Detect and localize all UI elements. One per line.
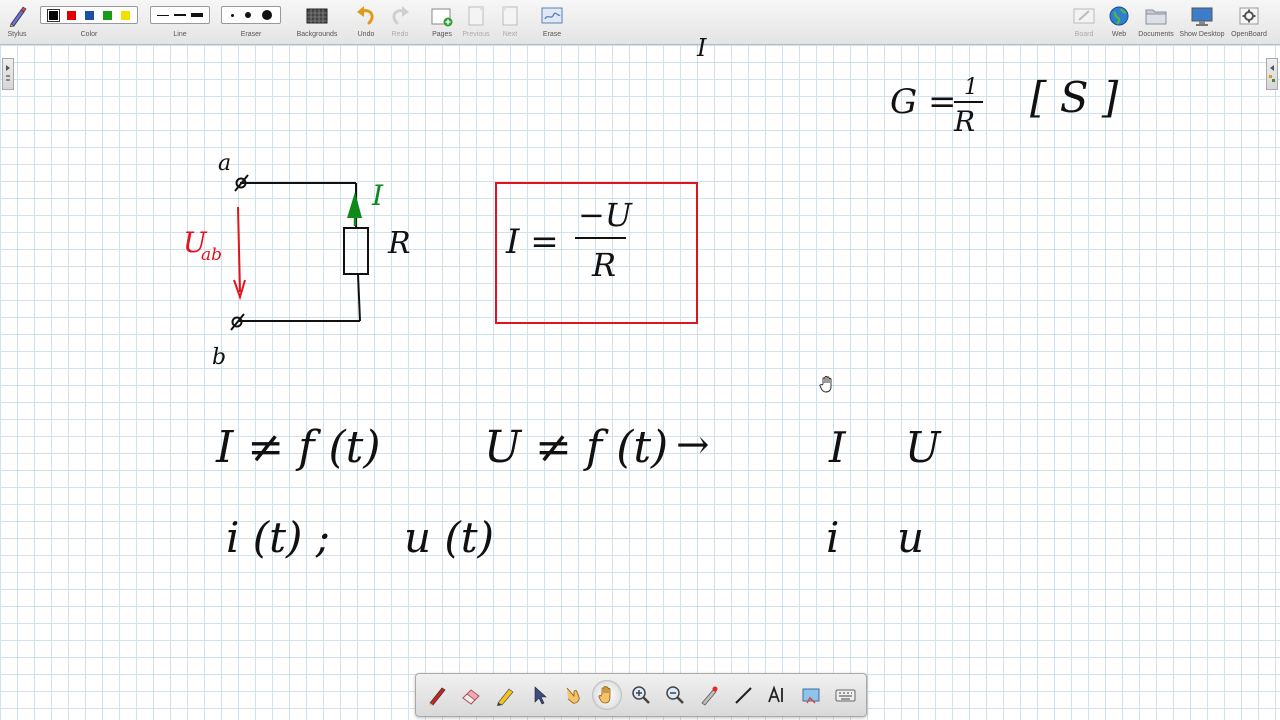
eraser-label: Eraser xyxy=(240,31,262,38)
pointing-hand-icon xyxy=(566,687,580,704)
color-swatches xyxy=(40,6,138,24)
grid-background-icon xyxy=(306,8,328,24)
pages-label: Pages xyxy=(432,31,452,38)
virtual-keyboard-button[interactable] xyxy=(830,680,860,710)
redo-button[interactable]: Redo xyxy=(386,0,414,44)
stylus-label: Stylus xyxy=(7,31,27,38)
documents-button[interactable]: Documents xyxy=(1136,0,1176,44)
previous-page-button[interactable]: Previous xyxy=(461,0,491,44)
hand-tool-button[interactable] xyxy=(592,680,622,710)
eraser-large[interactable] xyxy=(261,10,272,20)
pen-icon xyxy=(429,687,446,706)
zoom-in-icon xyxy=(632,686,650,704)
undo-label: Undo xyxy=(357,31,375,38)
web-label: Web xyxy=(1111,31,1127,38)
line-icon xyxy=(735,687,752,704)
pen-tool-button[interactable] xyxy=(422,680,452,710)
backgrounds-button[interactable]: Backgrounds xyxy=(294,0,340,44)
folder-icon xyxy=(1145,9,1167,25)
highlighter-tool-button[interactable] xyxy=(490,680,520,710)
color-swatch-green[interactable] xyxy=(102,10,112,20)
stylus-button[interactable]: Stylus xyxy=(2,0,32,44)
keyboard-icon xyxy=(835,689,856,702)
erase-button[interactable]: Erase xyxy=(537,0,567,44)
color-label: Color xyxy=(80,31,98,38)
arrow-pointer-icon xyxy=(534,686,547,705)
eraser-tool-button[interactable] xyxy=(456,680,486,710)
eraser-size-picker[interactable]: Eraser xyxy=(221,0,281,44)
previous-page-icon xyxy=(468,6,484,26)
eraser-size-options xyxy=(221,6,281,24)
laser-pointer-button[interactable] xyxy=(694,680,724,710)
openboard-label: OpenBoard xyxy=(1231,31,1267,38)
pages-button[interactable]: Pages xyxy=(428,0,456,44)
whiteboard-canvas[interactable] xyxy=(0,45,1280,720)
show-desktop-label: Show Desktop xyxy=(1179,31,1225,38)
zoom-out-icon xyxy=(666,686,684,704)
erase-page-icon xyxy=(541,7,563,24)
right-sidebar-toggle[interactable] xyxy=(1266,58,1278,90)
line-width-options xyxy=(150,6,210,24)
board-label: Board xyxy=(1074,31,1094,38)
backgrounds-label: Backgrounds xyxy=(296,31,338,38)
undo-icon xyxy=(357,6,374,25)
left-sidebar-toggle[interactable] xyxy=(2,58,14,90)
color-swatch-yellow[interactable] xyxy=(120,10,130,20)
highlighter-icon xyxy=(497,688,514,706)
expand-left-icon xyxy=(1269,65,1275,82)
desktop-icon xyxy=(1191,7,1213,26)
redo-icon xyxy=(392,6,409,25)
next-label: Next xyxy=(502,31,518,38)
eraser-icon xyxy=(462,689,480,705)
next-page-button[interactable]: Next xyxy=(496,0,524,44)
stylus-icon xyxy=(9,6,27,27)
text-tool-button[interactable] xyxy=(762,680,792,710)
expand-right-icon xyxy=(6,65,10,81)
color-swatch-black[interactable] xyxy=(46,8,60,22)
text-icon xyxy=(768,685,783,703)
openboard-menu-button[interactable]: OpenBoard xyxy=(1228,0,1270,44)
eraser-small[interactable] xyxy=(230,13,234,17)
redo-label: Redo xyxy=(391,31,409,38)
zoom-out-button[interactable] xyxy=(660,680,690,710)
capture-icon xyxy=(802,688,820,704)
eraser-medium[interactable] xyxy=(244,12,251,18)
selector-tool-button[interactable] xyxy=(524,680,554,710)
color-swatch-blue[interactable] xyxy=(84,10,94,20)
erase-label: Erase xyxy=(542,31,562,38)
board-button[interactable]: Board xyxy=(1069,0,1099,44)
board-icon xyxy=(1073,8,1095,24)
web-button[interactable]: Web xyxy=(1104,0,1134,44)
line-medium[interactable] xyxy=(173,14,186,16)
line-tool-button[interactable] xyxy=(728,680,758,710)
undo-button[interactable]: Undo xyxy=(352,0,380,44)
color-picker[interactable]: Color xyxy=(40,0,138,44)
laser-pointer-icon xyxy=(701,686,718,706)
previous-label: Previous xyxy=(462,31,490,38)
add-page-icon xyxy=(431,8,453,27)
line-thin[interactable] xyxy=(156,14,169,16)
show-desktop-button[interactable]: Show Desktop xyxy=(1178,0,1226,44)
documents-label: Documents xyxy=(1138,31,1174,38)
color-swatch-red[interactable] xyxy=(66,10,76,20)
zoom-in-button[interactable] xyxy=(626,680,656,710)
gear-icon xyxy=(1239,7,1259,25)
line-thick[interactable] xyxy=(191,13,204,17)
line-label: Line xyxy=(173,31,187,38)
globe-icon xyxy=(1109,6,1129,26)
next-page-icon xyxy=(502,6,518,26)
grab-hand-icon xyxy=(598,685,611,704)
stylus-palette xyxy=(415,673,867,717)
main-toolbar: Stylus Color Line Eraser Backgrounds Und… xyxy=(0,0,1280,45)
line-width-picker[interactable]: Line xyxy=(150,0,210,44)
capture-tool-button[interactable] xyxy=(796,680,826,710)
interact-tool-button[interactable] xyxy=(558,680,588,710)
